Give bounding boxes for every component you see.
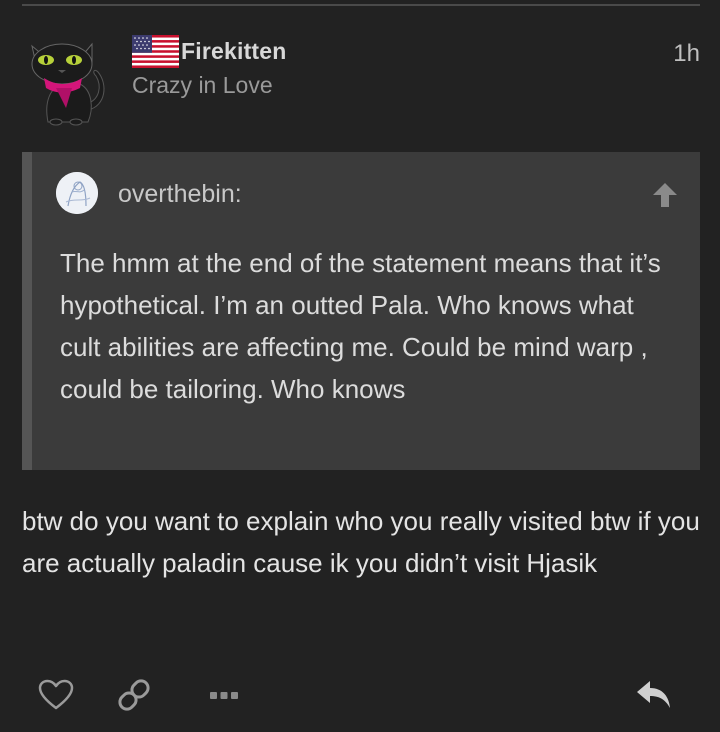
user-title: Crazy in Love: [132, 72, 273, 98]
us-flag-icon: [132, 34, 179, 68]
quote-author[interactable]: overthebin:: [118, 180, 242, 209]
post-timestamp[interactable]: 1h: [673, 40, 700, 68]
quote-author-avatar[interactable]: [56, 172, 98, 214]
username[interactable]: Firekitten: [181, 38, 287, 65]
user-avatar[interactable]: [22, 32, 116, 126]
link-icon[interactable]: [114, 678, 154, 712]
post-actions: [0, 670, 720, 720]
heart-icon[interactable]: [36, 678, 76, 712]
top-divider: [22, 4, 700, 6]
post-body: btw do you want to explain who you reall…: [22, 506, 700, 578]
name-row: Firekitten: [132, 34, 287, 68]
arrow-up-icon[interactable]: [650, 180, 680, 210]
ellipsis-icon[interactable]: [204, 678, 244, 712]
reply-icon[interactable]: [634, 678, 674, 712]
cat-avatar-icon: [31, 42, 105, 126]
quote-block: overthebin: The hmm at the end of the st…: [22, 152, 700, 470]
quote-text: The hmm at the end of the statement mean…: [60, 248, 661, 404]
user-meta: Firekitten Crazy in Love: [132, 34, 287, 99]
sketch-avatar-icon: [56, 172, 98, 214]
